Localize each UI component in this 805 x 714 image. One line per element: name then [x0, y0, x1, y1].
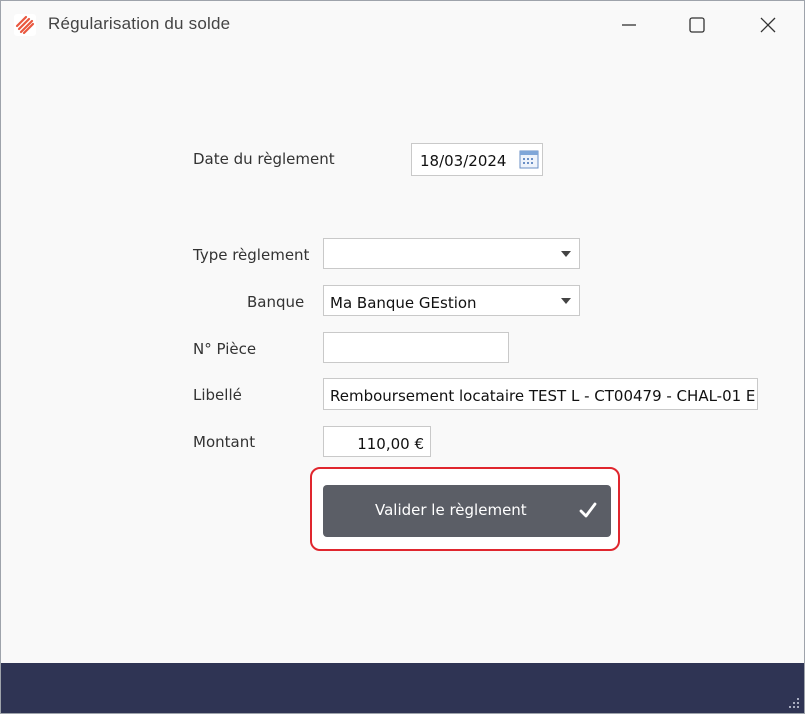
window-title: Régularisation du solde — [48, 14, 231, 33]
amount-value: 110,00 € — [357, 435, 424, 453]
payment-type-select[interactable] — [323, 238, 580, 269]
dialog-window: Régularisation du solde Date du règlemen… — [0, 0, 805, 714]
payment-type-label: Type règlement — [193, 246, 310, 264]
date-value: 18/03/2024 — [420, 152, 507, 170]
chevron-down-icon[interactable] — [561, 298, 571, 304]
app-logo-icon — [14, 14, 36, 36]
calendar-icon[interactable] — [518, 148, 540, 170]
chevron-down-icon[interactable] — [561, 251, 571, 257]
description-input[interactable]: Remboursement locataire TEST L - CT00479… — [323, 378, 758, 410]
description-label: Libellé — [193, 386, 242, 404]
maximize-icon[interactable] — [685, 13, 709, 37]
footer-bar — [1, 663, 804, 713]
close-icon[interactable] — [756, 13, 780, 37]
amount-label: Montant — [193, 433, 256, 451]
bank-label: Banque — [247, 293, 305, 311]
piece-number-input[interactable] — [323, 332, 509, 363]
bank-select[interactable]: Ma Banque GEstion — [323, 285, 580, 316]
minimize-icon[interactable] — [617, 13, 641, 37]
check-icon — [579, 502, 597, 518]
validate-payment-button[interactable]: Valider le règlement — [323, 485, 611, 537]
date-field[interactable]: 18/03/2024 — [411, 143, 543, 176]
description-value: Remboursement locataire TEST L - CT00479… — [330, 387, 756, 405]
resize-grip-icon[interactable] — [786, 695, 800, 709]
amount-input[interactable]: 110,00 € — [323, 426, 431, 457]
piece-number-label: N° Pièce — [193, 340, 257, 358]
title-bar[interactable]: Régularisation du solde — [1, 1, 804, 49]
bank-value: Ma Banque GEstion — [330, 294, 477, 312]
date-label: Date du règlement — [193, 150, 335, 168]
validate-payment-label: Valider le règlement — [375, 501, 527, 519]
